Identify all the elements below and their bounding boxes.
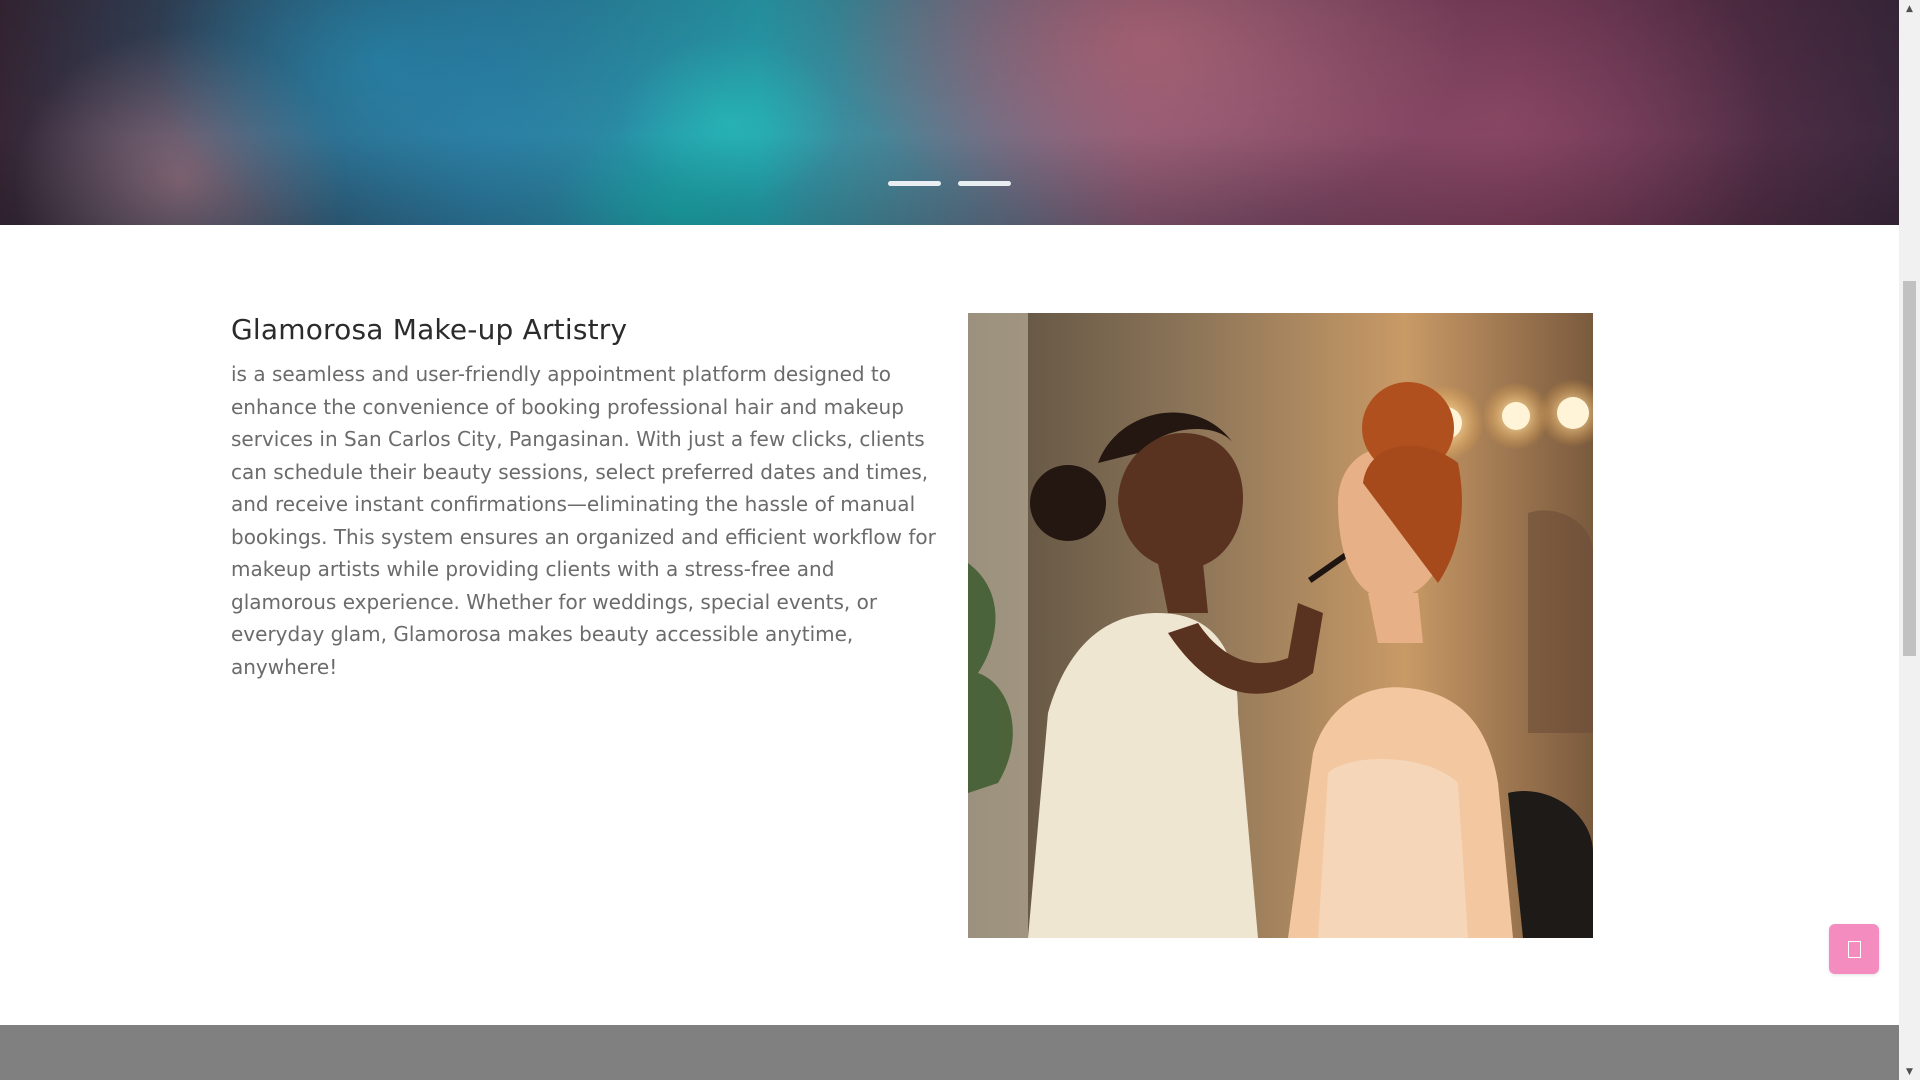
slider-indicator-1[interactable] bbox=[888, 181, 941, 186]
slider-indicators bbox=[888, 181, 1011, 186]
scroll-down-arrow-icon[interactable]: ▼ bbox=[1899, 1063, 1920, 1080]
main-content: Glamorosa Make-up Artistry is a seamless… bbox=[0, 0, 1899, 1080]
hero-banner bbox=[0, 0, 1899, 225]
scroll-up-arrow-icon[interactable]: ▲ bbox=[1899, 0, 1920, 17]
makeup-artist-illustration bbox=[968, 313, 1593, 938]
about-image bbox=[968, 313, 1593, 938]
hero-overlay bbox=[0, 0, 1899, 225]
square-outline-icon bbox=[1847, 940, 1861, 958]
about-title: Glamorosa Make-up Artistry bbox=[231, 313, 628, 346]
about-description: is a seamless and user-friendly appointm… bbox=[231, 362, 936, 679]
scrollbar-thumb[interactable] bbox=[1903, 281, 1916, 656]
slider-indicator-2[interactable] bbox=[958, 181, 1011, 186]
about-section: Glamorosa Make-up Artistry is a seamless… bbox=[231, 313, 941, 683]
floating-action-button[interactable] bbox=[1829, 924, 1879, 974]
page: Glamorosa Make-up Artistry is a seamless… bbox=[0, 0, 1920, 1080]
vertical-scrollbar[interactable]: ▲ ▼ bbox=[1899, 0, 1920, 1080]
footer-section bbox=[0, 1025, 1899, 1080]
